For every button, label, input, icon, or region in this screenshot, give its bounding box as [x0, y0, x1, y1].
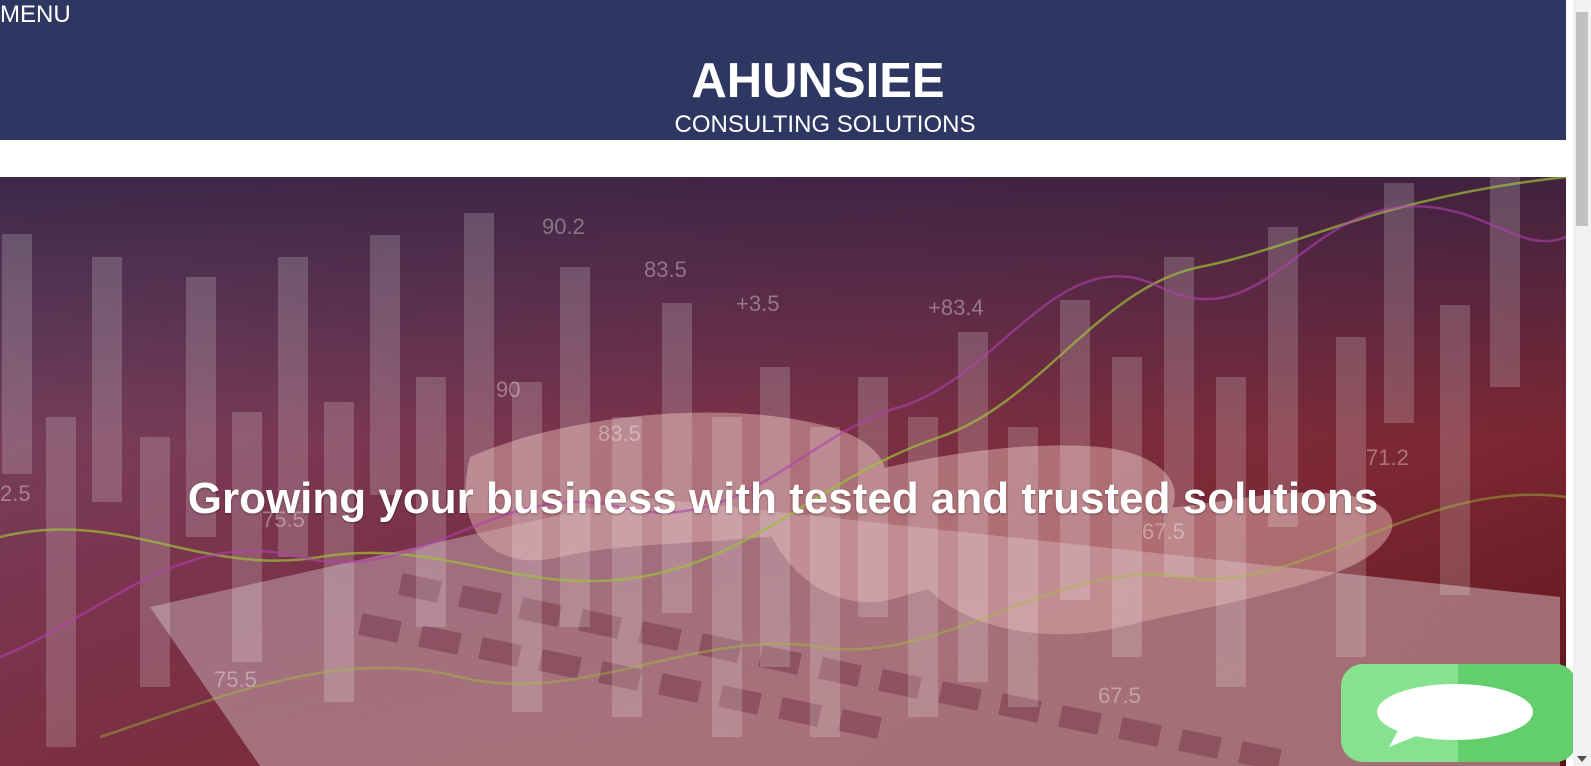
hero-background-image: 90.2 83.5 +3.5 +83.4 90 83.5 71.2 67.5 2… — [0, 177, 1566, 766]
overlay-number: 67.5 — [1098, 683, 1141, 708]
chat-widget-button[interactable] — [1341, 664, 1577, 762]
overlay-number: 75.5 — [214, 667, 257, 692]
hero-banner: 90.2 83.5 +3.5 +83.4 90 83.5 71.2 67.5 2… — [0, 177, 1566, 766]
brand-title[interactable]: AHUNSIEE — [0, 53, 1591, 109]
overlay-number: 83.5 — [598, 421, 641, 446]
overlay-number: 83.5 — [644, 257, 687, 282]
brand-subtitle: CONSULTING SOLUTIONS — [674, 111, 976, 138]
overlay-number: 90 — [496, 377, 520, 402]
overlay-number: 71.2 — [1366, 445, 1409, 470]
overlay-number: +3.5 — [736, 291, 779, 316]
site-header: MENU AHUNSIEE CONSULTING SOLUTIONS — [0, 0, 1566, 140]
overlay-number: 90.2 — [542, 214, 585, 239]
hero-heading: Growing your business with tested and tr… — [187, 474, 1379, 523]
overlay-number: +83.4 — [928, 295, 984, 320]
menu-button[interactable]: MENU — [0, 1, 71, 29]
page: MENU AHUNSIEE CONSULTING SOLUTIONS 90.2 … — [0, 0, 1591, 766]
scrollbar-thumb[interactable] — [1576, 12, 1588, 226]
scroll-down-arrow-icon[interactable] — [1577, 756, 1587, 762]
vertical-scrollbar[interactable] — [1573, 0, 1591, 766]
chat-bubble-icon — [1377, 684, 1533, 747]
